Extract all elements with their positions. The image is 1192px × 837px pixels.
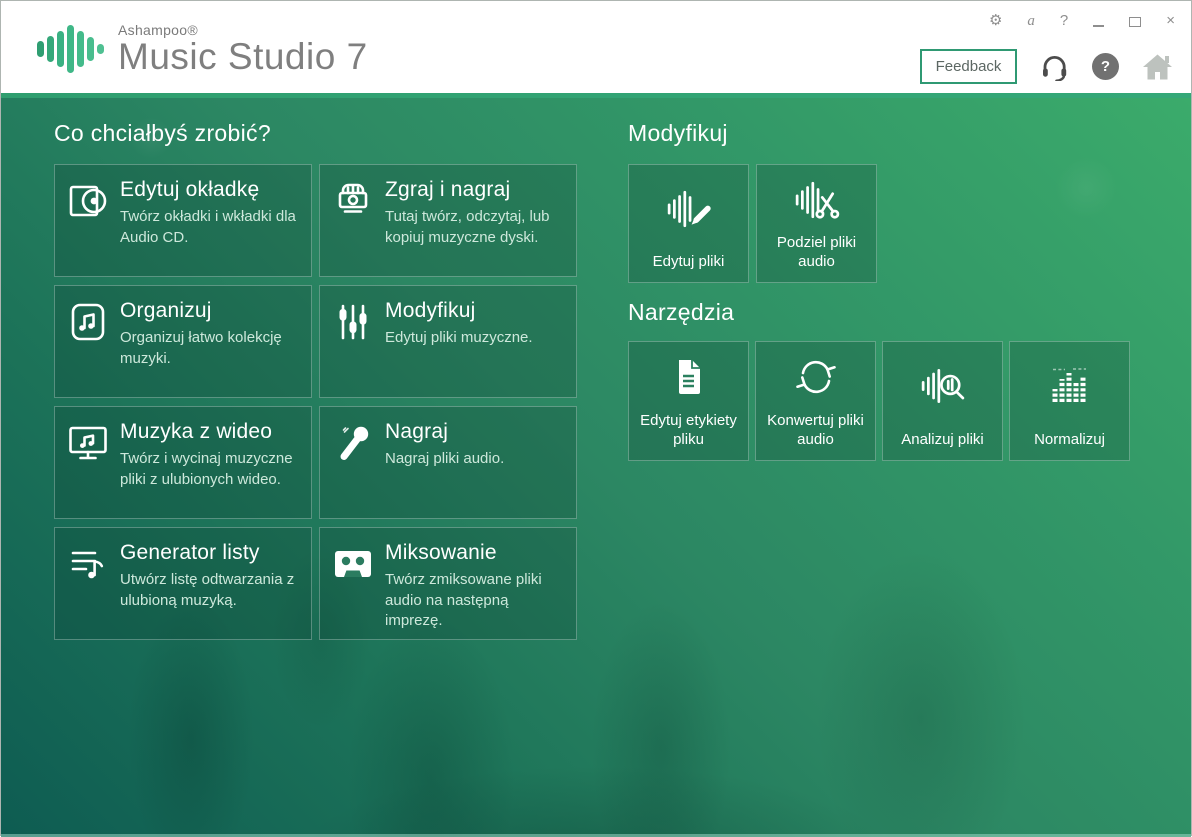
support-headset-icon[interactable]	[1040, 52, 1069, 81]
tile-record[interactable]: Nagraj Nagraj pliki audio.	[319, 406, 577, 519]
settings-gear-icon[interactable]: ⚙	[989, 12, 1002, 30]
microphone-icon	[333, 423, 373, 463]
main-content: Co chciałbyś zrobić? Edytuj okładkę Twór…	[1, 98, 1191, 837]
tile-title: Modyfikuj	[385, 299, 533, 323]
tile-subtitle: Utwórz listę odtwarzania z ulubioną muzy…	[120, 570, 297, 611]
tile-analyze-files[interactable]: Analizuj pliki	[882, 341, 1003, 461]
tile-edit-cover[interactable]: Edytuj okładkę Twórz okładki i wkładki d…	[54, 164, 312, 277]
tile-label: Edytuj pliki	[647, 253, 731, 282]
titlebar: Ashampoo® Music Studio 7 ⚙ a ? × Feedbac…	[1, 1, 1191, 93]
tile-subtitle: Twórz zmiksowane pliki audio na następną…	[385, 570, 562, 632]
equalizer-icon	[1048, 365, 1092, 407]
tile-split-audio[interactable]: Podziel pliki audio	[756, 164, 877, 283]
tile-title: Muzyka z wideo	[120, 420, 297, 444]
document-icon	[667, 356, 711, 398]
tile-convert-audio[interactable]: Konwertuj pliki audio	[755, 341, 876, 461]
tile-subtitle: Tutaj twórz, odczytaj, lub kopiuj muzycz…	[385, 207, 562, 248]
waveform-pencil-icon	[666, 188, 712, 230]
tile-mixing[interactable]: Miksowanie Twórz zmiksowane pliki audio …	[319, 527, 577, 640]
home-icon[interactable]	[1142, 53, 1173, 81]
maximize-button[interactable]	[1129, 17, 1141, 27]
main-tile-grid: Edytuj okładkę Twórz okładki i wkładki d…	[54, 164, 577, 640]
tile-title: Organizuj	[120, 299, 297, 323]
tile-subtitle: Edytuj pliki muzyczne.	[385, 328, 533, 349]
disc-drive-icon	[333, 181, 373, 221]
help-circle-icon[interactable]: ?	[1092, 53, 1119, 80]
tile-title: Zgraj i nagraj	[385, 178, 562, 202]
sliders-icon	[333, 302, 373, 342]
tools-tile-grid: Edytuj etykiety pliku Konwertuj pliki au…	[628, 341, 1130, 461]
tile-subtitle: Twórz i wycinaj muzyczne pliki z ulubion…	[120, 449, 297, 490]
tile-label: Edytuj etykiety pliku	[629, 412, 748, 460]
tile-modify[interactable]: Modyfikuj Edytuj pliki muzyczne.	[319, 285, 577, 398]
section-title-what-to-do: Co chciałbyś zrobić?	[54, 120, 271, 147]
titlebar-mini-controls: ⚙ a ? ×	[989, 12, 1175, 30]
music-file-icon	[68, 302, 108, 342]
tile-subtitle: Organizuj łatwo kolekcję muzyki.	[120, 328, 297, 369]
tile-subtitle: Twórz okładki i wkładki dla Audio CD.	[120, 207, 297, 248]
app-window: Ashampoo® Music Studio 7 ⚙ a ? × Feedbac…	[0, 0, 1192, 836]
section-title-tools: Narzędzia	[628, 299, 734, 326]
tile-normalize[interactable]: Normalizuj	[1009, 341, 1130, 461]
cassette-icon	[333, 544, 373, 584]
tile-label: Konwertuj pliki audio	[756, 412, 875, 460]
modify-tile-grid: Edytuj pliki Podziel pliki audio	[628, 164, 877, 283]
tile-edit-tags[interactable]: Edytuj etykiety pliku	[628, 341, 749, 461]
tile-music-from-video[interactable]: Muzyka z wideo Twórz i wycinaj muzyczne …	[54, 406, 312, 519]
app-title: Music Studio 7	[118, 38, 368, 77]
tile-label: Podziel pliki audio	[757, 234, 876, 282]
tile-edit-files[interactable]: Edytuj pliki	[628, 164, 749, 283]
help-icon[interactable]: ?	[1060, 12, 1068, 30]
monitor-music-icon	[68, 423, 108, 463]
tile-rip-and-burn[interactable]: Zgraj i nagraj Tutaj twórz, odczytaj, lu…	[319, 164, 577, 277]
section-title-modify: Modyfikuj	[628, 120, 728, 147]
convert-icon	[794, 355, 838, 399]
titlebar-actions: Feedback ?	[920, 49, 1173, 84]
tile-label: Analizuj pliki	[895, 431, 990, 460]
close-button[interactable]: ×	[1166, 12, 1175, 30]
tile-organize[interactable]: Organizuj Organizuj łatwo kolekcję muzyk…	[54, 285, 312, 398]
tile-label: Normalizuj	[1028, 431, 1111, 460]
tile-subtitle: Nagraj pliki audio.	[385, 449, 504, 470]
account-icon[interactable]: a	[1027, 12, 1035, 30]
feedback-button[interactable]: Feedback	[920, 49, 1017, 84]
tile-title: Nagraj	[385, 420, 504, 444]
tile-playlist-generator[interactable]: Generator listy Utwórz listę odtwarzania…	[54, 527, 312, 640]
waveform-logo-icon	[37, 21, 104, 77]
app-logo: Ashampoo® Music Studio 7	[37, 21, 368, 77]
waveform-scissors-icon	[794, 179, 840, 221]
playlist-icon	[68, 544, 108, 584]
tile-title: Generator listy	[120, 541, 297, 565]
minimize-button[interactable]	[1093, 25, 1104, 27]
tile-title: Edytuj okładkę	[120, 178, 297, 202]
cd-case-icon	[68, 181, 108, 221]
tile-title: Miksowanie	[385, 541, 562, 565]
waveform-magnifier-icon	[920, 365, 966, 407]
